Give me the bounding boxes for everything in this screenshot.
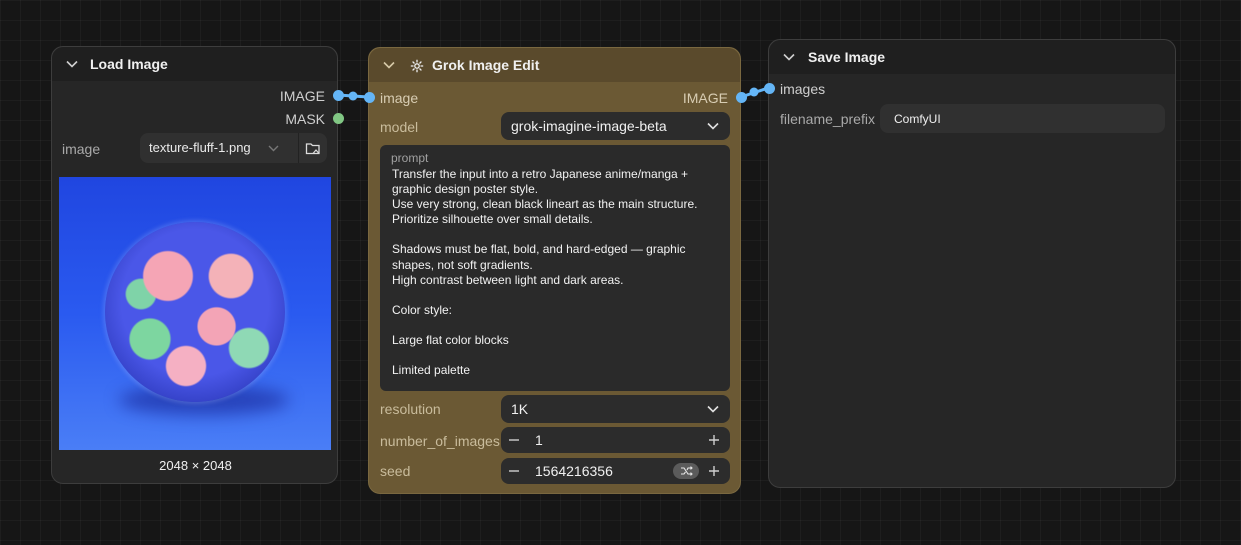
upload-image-button[interactable] [298,133,327,163]
node-title: Save Image [808,49,886,65]
output-label-image: IMAGE [682,90,728,106]
preview-fur-ball [105,222,285,402]
input-label-images: images [780,81,826,97]
output-slot-image[interactable] [736,92,747,103]
image-dimensions: 2048 × 2048 [159,458,232,473]
image-preview [59,177,331,450]
widget-label-image: image [62,141,101,157]
node-title: Load Image [90,56,168,72]
folder-image-icon [305,140,321,156]
prompt-text: Transfer the input into a retro Japanese… [392,167,698,378]
node-header[interactable]: Grok Image Edit [369,48,740,82]
filename-prefix-input[interactable]: ComfyUI [880,104,1165,133]
model-select[interactable]: grok-imagine-image-beta [501,112,730,140]
widget-label-model: model [380,119,419,135]
load-image-node[interactable]: Load Image IMAGE MASK image texture-fluf… [51,46,344,484]
model-value: grok-imagine-image-beta [511,118,667,134]
selected-file-name: texture-fluff-1.png [149,140,251,155]
widget-label-resolution: resolution [380,401,441,417]
prompt-label: prompt [391,151,429,165]
seed-value: 1564216356 [535,463,613,479]
resolution-select[interactable]: 1K [501,395,730,423]
plus-icon[interactable] [707,433,721,447]
link-midpoint-dot [749,87,759,97]
shuffle-icon[interactable] [673,463,699,479]
minus-icon[interactable] [507,464,521,478]
input-slot-images[interactable] [764,83,775,94]
node-header[interactable]: Load Image [52,47,337,81]
output-slot-mask[interactable] [333,113,344,124]
minus-icon[interactable] [507,433,521,447]
grok-image-edit-node[interactable]: Grok Image Edit image IMAGE model grok-i… [364,47,747,494]
chevron-down-icon [707,121,719,131]
number-of-images-stepper[interactable]: 1 [501,427,730,453]
chevron-down-icon [707,404,719,414]
seed-stepper[interactable]: 1564216356 [501,458,730,484]
number-of-images-value: 1 [535,432,543,448]
input-slot-image[interactable] [364,92,375,103]
input-label-image: image [380,90,419,106]
widget-label-filename-prefix: filename_prefix [780,111,875,127]
image-file-select[interactable]: texture-fluff-1.png [140,133,298,163]
node-title: Grok Image Edit [432,57,540,73]
link-midpoint-dot [348,91,358,101]
save-image-node[interactable]: Save Image images filename_prefix ComfyU… [764,39,1176,488]
chevron-down-icon [267,143,279,153]
chevron-down-icon[interactable] [64,47,80,81]
output-label-mask: MASK [285,111,325,127]
plus-icon[interactable] [707,464,721,478]
output-label-image: IMAGE [279,88,325,104]
widget-label-seed: seed [380,463,411,479]
node-header[interactable]: Save Image [769,40,1175,74]
filename-prefix-value: ComfyUI [894,112,941,126]
resolution-value: 1K [511,401,529,417]
widget-label-number-of-images: number_of_images [380,433,500,449]
chevron-down-icon[interactable] [781,40,797,74]
prompt-textarea[interactable]: prompt Transfer the input into a retro J… [380,145,730,391]
chevron-down-icon[interactable] [381,48,397,82]
output-slot-image[interactable] [333,90,344,101]
grok-logo-icon [409,58,424,73]
